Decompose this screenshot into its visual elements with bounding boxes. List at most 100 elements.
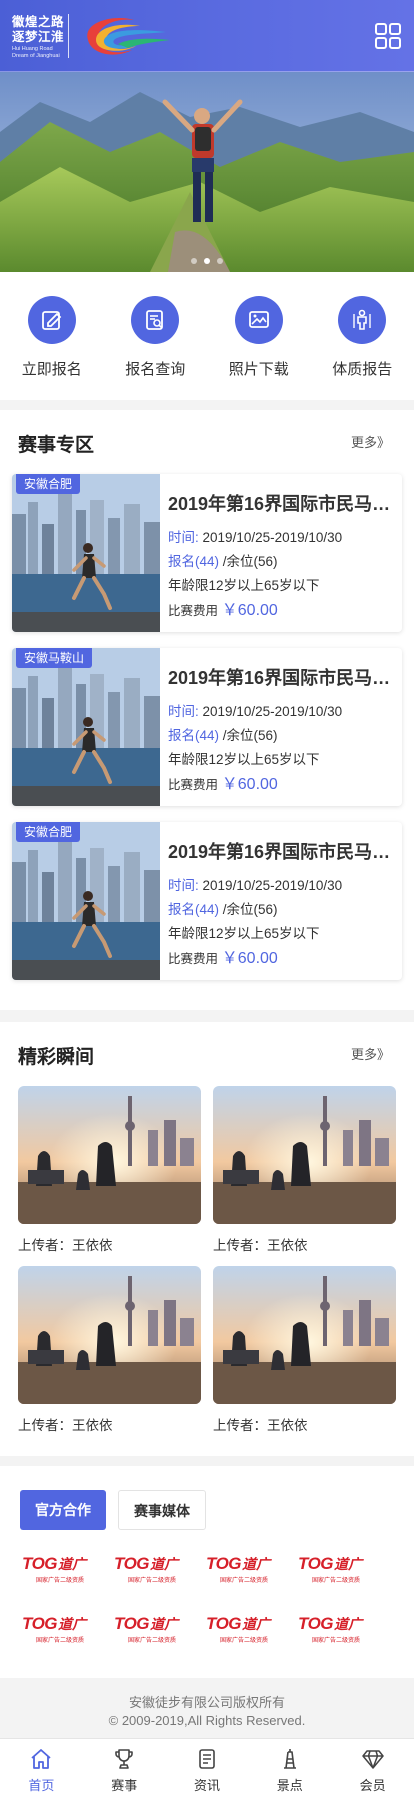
- partner-tabs: 官方合作 赛事媒体: [20, 1490, 206, 1530]
- tab-scenic[interactable]: 景点: [248, 1739, 331, 1800]
- age-limit: 年龄限12岁以上65岁以下: [168, 926, 320, 941]
- tower-icon: [283, 1749, 296, 1769]
- hero-banner[interactable]: [0, 72, 414, 272]
- event-time: 2019/10/25-2019/10/30: [202, 704, 343, 719]
- logo-english-line2: Dream of Jianghuai: [12, 52, 60, 59]
- partner-logo-subtitle: 国家广告二级资质: [36, 1578, 85, 1584]
- tab-label: 资讯: [193, 1778, 220, 1793]
- home-icon: [31, 1749, 51, 1769]
- event-title: 2019年第16界国际市民马拉松: [168, 668, 394, 688]
- footer-company: 安徽徒步有限公司版权所有: [128, 1695, 285, 1710]
- uploader-name: 上传者：王依依: [18, 1238, 113, 1253]
- tab-label: 景点: [276, 1778, 303, 1793]
- quick-link-query[interactable]: 报名查询: [104, 272, 208, 400]
- diamond-icon: [361, 1750, 384, 1769]
- tab-member[interactable]: 会员: [331, 1739, 414, 1800]
- moment-photo[interactable]: [213, 1266, 396, 1404]
- partner-logo-text: TOG: [114, 1614, 150, 1633]
- partner-logo-cn: 道广: [150, 1616, 179, 1632]
- quick-link-report[interactable]: 体质报告: [311, 272, 414, 400]
- tab-official-partners[interactable]: 官方合作: [20, 1490, 106, 1530]
- tab-news[interactable]: 资讯: [166, 1739, 249, 1800]
- banner-pagination: [0, 258, 414, 264]
- partner-logo-subtitle: 国家广告二级资质: [128, 1638, 177, 1644]
- partner-logo-cn: 道广: [150, 1556, 179, 1572]
- event-card[interactable]: 安徽马鞍山 2019年第16界国际市民马拉松 时间: 2019/10/25-20…: [12, 648, 402, 806]
- partner-logo-cn: 道广: [58, 1556, 87, 1572]
- bottom-tab-bar: 首页 赛事 资讯 景点 会员: [0, 1738, 414, 1800]
- partner-logo-text: TOG: [298, 1614, 334, 1633]
- partner-logo-text: TOG: [206, 1554, 242, 1573]
- logo-divider: [68, 14, 69, 58]
- quick-link-label: 立即报名: [21, 361, 82, 378]
- banner-dot[interactable]: [217, 258, 223, 264]
- partner-logo-subtitle: 国家广告二级资质: [36, 1638, 85, 1644]
- remaining-slots: /余位(56): [222, 902, 278, 917]
- partner-logo-text: TOG: [22, 1554, 58, 1573]
- event-card[interactable]: 安徽合肥 2019年第16界国际市民马拉松 时间: 2019/10/25-201…: [12, 822, 402, 980]
- moment-photo[interactable]: [213, 1086, 396, 1224]
- event-thumbnail: 安徽马鞍山: [12, 648, 160, 806]
- event-price: ￥60.00: [221, 950, 278, 967]
- quick-link-photos[interactable]: 照片下载: [207, 272, 311, 400]
- partner-logo[interactable]: TOG 道广 国家广告二级资质: [22, 1615, 104, 1644]
- logo-swirl-icon: [87, 18, 170, 55]
- edit-icon: [27, 296, 76, 344]
- moment-photo[interactable]: [18, 1086, 201, 1224]
- remaining-slots: /余位(56): [222, 554, 278, 569]
- logo[interactable]: 徽煌之路 逐梦江淮 Hui Huang Road Dream of Jiangh…: [12, 14, 70, 59]
- tab-label: 会员: [359, 1778, 386, 1793]
- section-title: 赛事专区: [18, 435, 95, 456]
- tab-events[interactable]: 赛事: [83, 1739, 166, 1800]
- logo-title-line1: 徽煌之路: [12, 14, 65, 29]
- app-header: 徽煌之路 逐梦江淮 Hui Huang Road Dream of Jiangh…: [0, 0, 414, 72]
- event-price: ￥60.00: [221, 602, 278, 619]
- event-card[interactable]: 安徽合肥 2019年第16界国际市民马拉松 时间: 2019/10/25-201…: [12, 474, 402, 632]
- partner-logo-text: TOG: [298, 1554, 334, 1573]
- quick-link-signup[interactable]: 立即报名: [0, 272, 104, 400]
- banner-dot-active[interactable]: [204, 258, 210, 264]
- partner-logo-cn: 道广: [334, 1556, 363, 1572]
- uploader-name: 上传者：王依依: [213, 1238, 308, 1253]
- partner-logo-cn: 道广: [58, 1616, 87, 1632]
- time-label: 时间:: [168, 878, 199, 893]
- quick-links: 立即报名 报名查询 照片下载 体质报告: [0, 272, 414, 400]
- uploader-name: 上传者：王依依: [213, 1418, 308, 1433]
- remaining-slots: /余位(56): [222, 728, 278, 743]
- partner-logo[interactable]: TOG 道广 国家广告二级资质: [114, 1555, 196, 1584]
- signup-count: 报名(44): [168, 554, 220, 569]
- partner-logo-subtitle: 国家广告二级资质: [312, 1638, 361, 1644]
- grid-menu-icon[interactable]: [374, 22, 402, 50]
- signup-count: 报名(44): [168, 902, 220, 917]
- event-thumbnail: 安徽合肥: [12, 474, 160, 632]
- more-link[interactable]: 更多》: [351, 1044, 390, 1063]
- more-link[interactable]: 更多》: [351, 432, 390, 451]
- partner-logo[interactable]: TOG 道广国家广告二级资质: [298, 1614, 380, 1644]
- partner-logo-cn: 道广: [242, 1556, 271, 1572]
- location-tag: 安徽马鞍山: [16, 648, 93, 668]
- partner-logo[interactable]: TOG 道广 国家广告二级资质: [298, 1554, 380, 1584]
- partner-logo-text: TOG: [206, 1614, 242, 1633]
- partner-logo-cn: 道广: [334, 1616, 363, 1632]
- image-download-icon: [234, 296, 283, 344]
- tab-home[interactable]: 首页: [0, 1739, 83, 1800]
- event-time: 2019/10/25-2019/10/30: [202, 530, 343, 545]
- age-limit: 年龄限12岁以上65岁以下: [168, 752, 320, 767]
- tab-label: 赛事: [111, 1778, 138, 1793]
- partner-logo[interactable]: TOG 道广国家广告二级资质: [114, 1614, 196, 1644]
- partner-logo[interactable]: TOG 道广国家广告二级资质: [206, 1614, 288, 1644]
- partner-logo[interactable]: TOG 道广 国家广告二级资质: [206, 1554, 288, 1584]
- banner-dot[interactable]: [191, 258, 197, 264]
- partner-logo-subtitle: 国家广告二级资质: [220, 1638, 269, 1644]
- news-icon: [199, 1749, 215, 1769]
- signup-count: 报名(44): [168, 728, 220, 743]
- time-label: 时间:: [168, 704, 199, 719]
- moment-photo[interactable]: [18, 1266, 201, 1404]
- partner-logo-subtitle: 国家广告二级资质: [128, 1578, 177, 1584]
- partner-logo[interactable]: TOG 道广国家广告二级资质: [22, 1554, 104, 1584]
- quick-link-label: 照片下载: [228, 361, 289, 378]
- uploader-name: 上传者：王依依: [18, 1418, 113, 1433]
- partner-logo-cn: 道广: [242, 1616, 271, 1632]
- tab-event-media[interactable]: 赛事媒体: [118, 1490, 206, 1530]
- quick-link-label: 体质报告: [332, 361, 393, 378]
